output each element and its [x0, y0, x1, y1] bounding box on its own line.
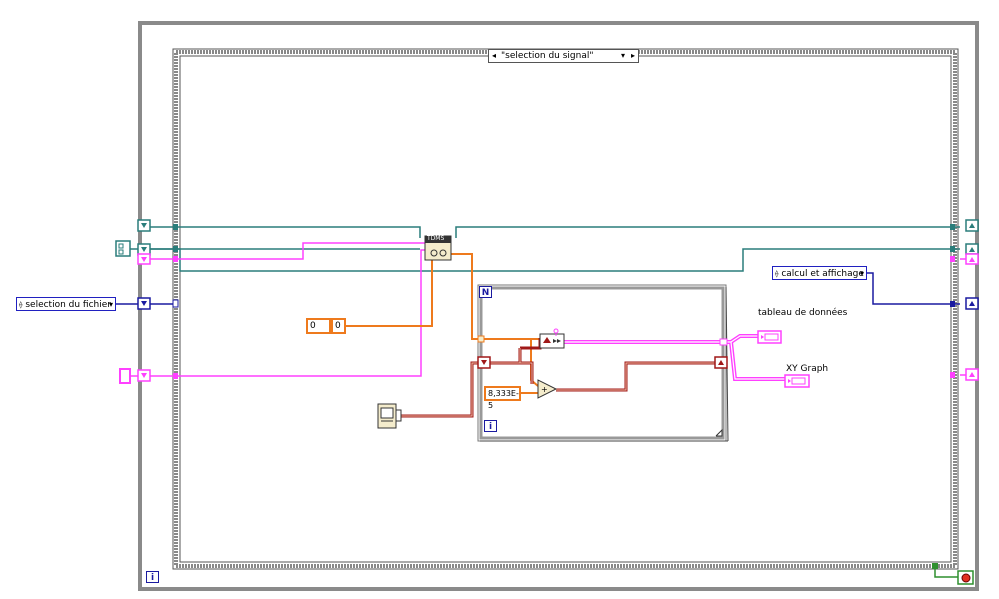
mode-selector-enum[interactable]: ⟠ calcul et affichage ▾ [772, 266, 867, 280]
numeric-zero-value: 0 [310, 321, 316, 331]
enum-dropdown-icon: ⟠ [775, 270, 779, 278]
pink-array-control[interactable] [119, 368, 131, 384]
enum-dropdown-icon: ⟠ [19, 301, 23, 309]
numeric-zero-constant[interactable]: 0 [306, 318, 331, 334]
numeric-zero-b-value: 0 [335, 321, 341, 331]
loop-count-icon[interactable]: N [479, 286, 492, 298]
tableau-label: tableau de données [758, 308, 848, 318]
chevron-down-icon[interactable]: ▾ [109, 298, 113, 312]
timestamp-icon[interactable] [377, 403, 402, 429]
file-selector-label: selection du fichier [25, 300, 111, 310]
xy-graph-label: XY Graph [786, 364, 829, 374]
file-path-icon[interactable] [115, 240, 131, 257]
case-selector-arrow-icon[interactable]: ◂ [489, 50, 499, 62]
mode-selector-label: calcul et affichage [781, 269, 864, 279]
chevron-down-icon[interactable]: ▾ [618, 50, 628, 62]
case-selector[interactable]: ◂ "selection du signal" ▾ ▸ [488, 49, 639, 63]
block-diagram: + [115, 21, 979, 591]
iteration-icon: i [146, 571, 159, 583]
case-selector-value: "selection du signal" [501, 51, 594, 61]
teal-wires [130, 226, 960, 272]
add-function-icon: + [537, 379, 558, 399]
file-selector-enum[interactable]: ⟠ selection du fichier ▾ [16, 297, 116, 311]
tdms-header-label: TDMS [427, 235, 445, 242]
while-loop-frame[interactable] [138, 21, 979, 591]
pink-wires [130, 242, 975, 377]
iteration-icon: i [484, 420, 497, 432]
numeric-zero-constant-b[interactable]: 0 [331, 318, 346, 334]
case-selector-arrow-icon[interactable]: ▸ [628, 50, 638, 62]
build-array-icon [539, 328, 565, 349]
brown-wires [400, 338, 715, 418]
chevron-down-icon[interactable]: ▾ [860, 267, 864, 281]
svg-text:+: + [541, 385, 548, 394]
dt-constant[interactable]: 8,333E-5 [484, 386, 521, 410]
orange-wires [345, 253, 540, 394]
